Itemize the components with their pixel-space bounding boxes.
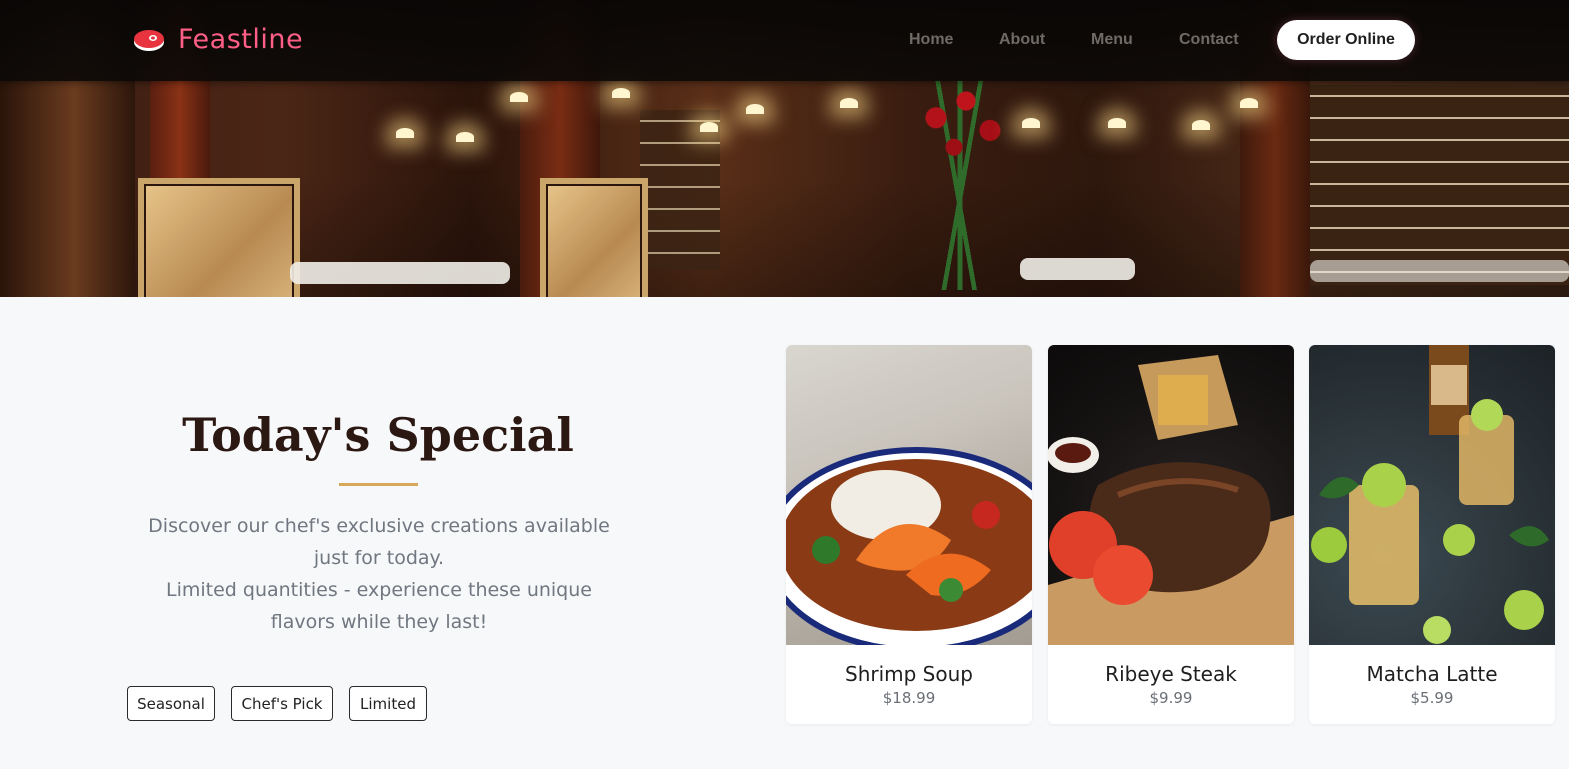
lamp-light — [840, 98, 858, 108]
dish-image — [1309, 345, 1555, 645]
matcha-latte-illustration — [1311, 345, 1549, 644]
menu-card[interactable]: Matcha Latte $5.99 — [1309, 345, 1555, 724]
lamp-light — [456, 132, 474, 142]
dining-table — [1310, 260, 1569, 282]
dish-price: $5.99 — [1410, 689, 1454, 707]
lamp-light — [1108, 118, 1126, 128]
lamp-light — [1022, 118, 1040, 128]
wine-shelf — [640, 110, 720, 270]
wall-painting — [540, 178, 648, 297]
order-online-button[interactable]: Order Online — [1277, 20, 1415, 60]
tag-limited[interactable]: Limited — [349, 686, 427, 721]
nav-link-home[interactable]: Home — [909, 30, 953, 50]
flower-vase — [900, 80, 1020, 290]
dish-name: Ribeye Steak — [1105, 662, 1237, 686]
lamp-light — [746, 104, 764, 114]
navbar: Feastline Home About Menu Contact Order … — [0, 0, 1569, 81]
wine-shelf — [1310, 85, 1569, 285]
lamp-light — [396, 128, 414, 138]
nav-link-menu[interactable]: Menu — [1091, 30, 1133, 50]
dining-table — [290, 262, 510, 284]
menu-card[interactable]: Shrimp Soup $18.99 — [786, 345, 1032, 724]
dish-image — [786, 345, 1032, 645]
brand-name: Feastline — [178, 24, 304, 55]
dish-name: Shrimp Soup — [845, 662, 973, 686]
dish-name: Matcha Latte — [1366, 662, 1498, 686]
description-line: Discover our chef's exclusive creations … — [148, 515, 610, 569]
description-line: Limited quantities - experience these un… — [166, 579, 592, 633]
dish-image — [1048, 345, 1294, 645]
section-title: Today's Special — [182, 408, 574, 462]
lamp-light — [510, 92, 528, 102]
lamp-light — [612, 88, 630, 98]
nav-link-contact[interactable]: Contact — [1179, 30, 1239, 50]
steak-icon — [134, 30, 164, 51]
lamp-light — [700, 122, 718, 132]
wall-painting — [138, 178, 300, 297]
dish-price: $9.99 — [1149, 689, 1193, 707]
lamp-light — [1192, 120, 1210, 130]
title-divider — [339, 483, 418, 486]
dish-price: $18.99 — [882, 689, 936, 707]
brand-logo[interactable]: Feastline — [132, 22, 303, 58]
shrimp-soup-illustration — [786, 447, 1032, 645]
dining-table — [1020, 258, 1135, 280]
section-description: Discover our chef's exclusive creations … — [128, 510, 630, 638]
nav-link-about[interactable]: About — [999, 30, 1045, 50]
tag-chefs-pick[interactable]: Chef's Pick — [231, 686, 333, 721]
menu-card[interactable]: Ribeye Steak $9.99 — [1048, 345, 1294, 724]
ribeye-steak-illustration — [1048, 355, 1294, 645]
lamp-light — [1240, 98, 1258, 108]
tag-seasonal[interactable]: Seasonal — [127, 686, 215, 721]
